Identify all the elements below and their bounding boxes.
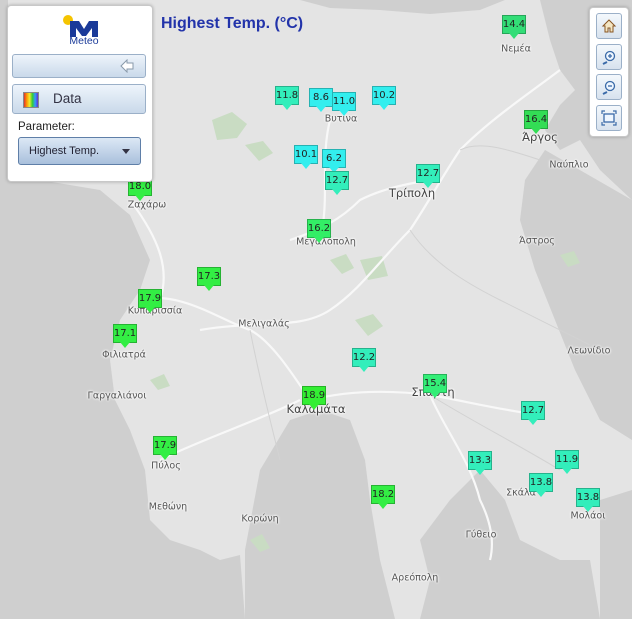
zoom-out-button[interactable] [596,74,622,100]
station-marker[interactable]: 13.8 [529,473,553,492]
station-marker[interactable]: 15.4 [423,374,447,393]
panel-collapse-bar[interactable] [12,54,146,78]
place-label: Κορώνη [241,513,279,525]
station-marker[interactable]: 13.8 [576,488,600,507]
parameter-label: Parameter: [18,121,75,133]
place-label: Άστρος [519,235,555,247]
full-extent-icon [601,110,617,126]
station-marker[interactable]: 18.2 [371,485,395,504]
place-label: Γαργαλιάνοι [87,390,147,402]
place-label: Γύθειο [465,529,497,541]
data-button[interactable]: Data [12,84,146,114]
station-marker[interactable]: 11.0 [332,92,356,111]
station-marker[interactable]: 8.6 [309,88,333,107]
zoom-in-button[interactable] [596,44,622,70]
station-marker[interactable]: 12.2 [352,348,376,367]
place-label: Ζαχάρω [127,199,167,211]
place-label: Πύλος [151,460,181,472]
station-marker[interactable]: 11.8 [275,86,299,105]
zoom-out-icon [602,80,616,95]
map-title: Highest Temp. (°C) [161,15,304,32]
logo-text: Meteo [69,35,99,47]
station-marker[interactable]: 14.4 [502,15,526,34]
data-button-label: Data [53,91,82,106]
color-scale-icon [23,92,39,108]
place-label: Μεθώνη [148,501,188,513]
place-label: Νεμέα [501,43,531,55]
station-marker[interactable]: 12.7 [521,401,545,420]
station-marker[interactable]: 17.3 [197,267,221,286]
station-marker[interactable]: 10.2 [372,86,396,105]
place-label: Τρίπολη [388,186,436,200]
control-panel: Meteo Data Parameter: Highest Temp. [7,5,153,182]
station-marker[interactable]: 18.9 [302,386,326,405]
station-marker[interactable]: 13.3 [468,451,492,470]
station-marker[interactable]: 10.1 [294,145,318,164]
place-label: Φιλιατρά [102,349,146,361]
station-marker[interactable]: 17.1 [113,324,137,343]
full-extent-button[interactable] [596,105,622,131]
zoom-in-icon [602,50,616,65]
chevron-down-icon [122,149,130,154]
station-marker[interactable]: 6.2 [322,149,346,168]
place-label: Λεωνίδιο [567,345,611,357]
place-label: Μολάοι [570,510,606,522]
parameter-select[interactable]: Highest Temp. [18,137,141,165]
place-label: Μελιγαλάς [238,318,290,330]
parameter-select-value: Highest Temp. [29,145,100,157]
station-marker[interactable]: 16.2 [307,219,331,238]
place-label: Αρεόπολη [391,572,439,584]
station-marker[interactable]: 17.9 [138,289,162,308]
station-marker[interactable]: 11.9 [555,450,579,469]
home-icon [601,19,617,33]
map-controls [589,7,629,137]
station-marker[interactable]: 12.7 [325,171,349,190]
place-label: Ναύπλιο [549,159,589,171]
station-marker[interactable]: 17.9 [153,436,177,455]
place-label: Μεγαλόπολη [296,236,356,248]
station-marker[interactable]: 12.7 [416,164,440,183]
station-marker[interactable]: 16.4 [524,110,548,129]
arrow-left-icon[interactable] [119,59,135,73]
home-button[interactable] [596,13,622,39]
